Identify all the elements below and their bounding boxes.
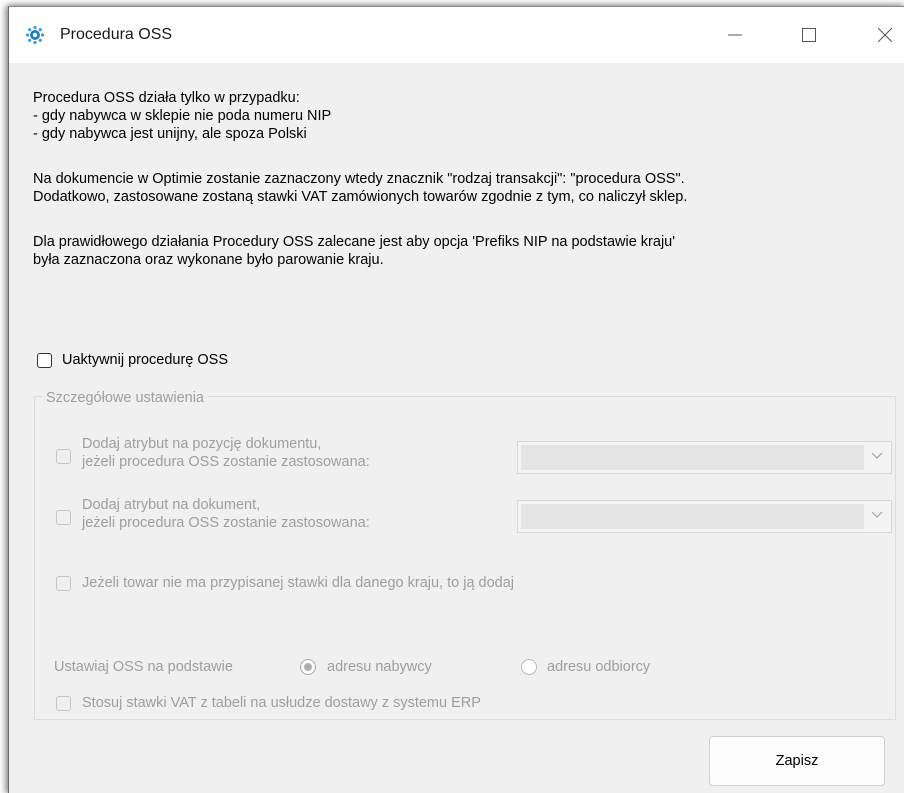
chevron-down-icon xyxy=(871,511,883,518)
position-attribute-checkbox[interactable] xyxy=(56,449,71,464)
title-bar: Procedura OSS xyxy=(9,7,904,63)
close-button[interactable] xyxy=(855,7,904,63)
add-rate-label: Jeżeli towar nie ma przypisanej stawki d… xyxy=(82,575,515,591)
minimize-button[interactable] xyxy=(705,7,765,63)
dialog-content: Procedura OSS działa tylko w przypadku: … xyxy=(9,63,904,793)
document-attribute-label: Dodaj atrybut na dokument, jeżeli proced… xyxy=(82,497,370,531)
activate-oss-checkbox[interactable] xyxy=(37,353,52,368)
document-attribute-value xyxy=(521,504,864,529)
details-group-title: Szczegółowe ustawienia xyxy=(42,390,208,406)
position-attribute-value xyxy=(521,445,864,470)
add-rate-checkbox[interactable] xyxy=(56,576,71,591)
radio-buyer-address[interactable] xyxy=(300,659,316,675)
document-attribute-dropdown[interactable] xyxy=(517,500,892,533)
close-icon xyxy=(878,28,892,42)
radio-recipient-address[interactable] xyxy=(521,659,537,675)
save-button[interactable]: Zapisz xyxy=(709,736,885,786)
maximize-icon xyxy=(802,28,816,42)
minimize-icon xyxy=(728,34,742,36)
oss-basis-label: Ustawiaj OSS na podstawie xyxy=(54,659,233,675)
position-attribute-dropdown[interactable] xyxy=(517,441,892,474)
document-attribute-checkbox[interactable] xyxy=(56,510,71,525)
activate-oss-label[interactable]: Uaktywnij procedurę OSS xyxy=(62,351,228,369)
radio-buyer-address-label: adresu nabywcy xyxy=(327,659,432,675)
intro-recommendation-text: Dla prawidłowego działania Procedury OSS… xyxy=(33,234,675,268)
oss-dialog-window: Procedura OSS Procedura OSS działa tylko… xyxy=(8,6,904,793)
radio-recipient-address-label: adresu odbiorcy xyxy=(547,659,651,675)
chevron-down-icon xyxy=(871,452,883,459)
position-attribute-label: Dodaj atrybut na pozycję dokumentu, jeże… xyxy=(82,436,370,470)
app-icon xyxy=(25,25,45,45)
intro-document-text: Na dokumencie w Optimie zostanie zaznacz… xyxy=(33,171,688,205)
intro-conditions-text: Procedura OSS działa tylko w przypadku: … xyxy=(33,90,332,142)
window-title: Procedura OSS xyxy=(60,26,173,43)
vat-table-checkbox[interactable] xyxy=(56,696,71,711)
vat-table-label: Stosuj stawki VAT z tabeli na usłudze do… xyxy=(82,695,481,711)
maximize-button[interactable] xyxy=(779,7,839,63)
